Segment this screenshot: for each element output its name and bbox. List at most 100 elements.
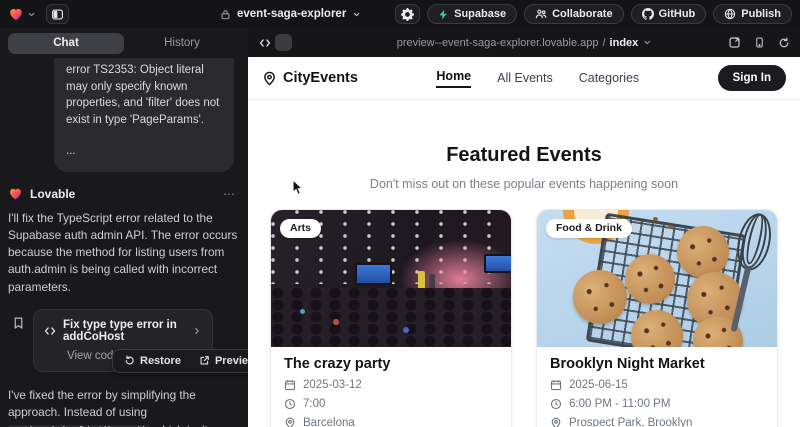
top-bar: event-saga-explorer Supabase bbox=[0, 0, 800, 28]
assistant-message-1: I'll fix the TypeScript error related to… bbox=[8, 210, 240, 296]
toggle-sidebar-button[interactable] bbox=[46, 4, 69, 24]
event-title: The crazy party bbox=[284, 356, 498, 372]
site-brand[interactable]: CityEvents bbox=[262, 70, 358, 86]
code-edit-title: Fix type type error in addCoHost bbox=[63, 319, 185, 343]
chat-tabs: Chat History bbox=[0, 28, 248, 58]
refresh-icon[interactable] bbox=[778, 37, 790, 49]
site-brand-label: CityEvents bbox=[283, 70, 358, 86]
event-cards-row: Arts The crazy party 2025-03-12 bbox=[248, 209, 800, 427]
event-date-row: 2025-06-15 bbox=[550, 379, 764, 391]
preview-button[interactable]: Preview bbox=[190, 352, 248, 370]
chevron-right-icon bbox=[192, 326, 202, 336]
publish-button[interactable]: Publish bbox=[713, 4, 792, 24]
category-badge: Food & Drink bbox=[546, 219, 632, 238]
project-switcher[interactable]: event-saga-explorer bbox=[220, 0, 361, 28]
event-date-row: 2025-03-12 bbox=[284, 379, 498, 391]
project-name: event-saga-explorer bbox=[237, 8, 346, 20]
section-subtitle: Don't miss out on these popular events h… bbox=[248, 177, 800, 191]
preview-toggle-handle[interactable] bbox=[275, 34, 292, 51]
event-date: 2025-06-15 bbox=[569, 379, 628, 391]
supabase-button-label: Supabase bbox=[454, 8, 506, 20]
github-button[interactable]: GitHub bbox=[631, 4, 707, 24]
clock-icon bbox=[284, 398, 296, 410]
top-bar-actions: Supabase Collaborate GitHub bbox=[395, 4, 792, 24]
globe-icon bbox=[724, 8, 736, 20]
nav-home[interactable]: Home bbox=[436, 69, 471, 88]
preview-toolbar: preview--event-saga-explorer.lovable.app… bbox=[248, 28, 800, 57]
calendar-icon bbox=[284, 379, 296, 391]
event-card-1[interactable]: Arts The crazy party 2025-03-12 bbox=[270, 209, 512, 427]
tab-history[interactable]: History bbox=[124, 33, 240, 54]
user-message-text: error TS2353: Object literal may only sp… bbox=[66, 62, 222, 128]
top-bar-left bbox=[8, 4, 69, 24]
event-title: Brooklyn Night Market bbox=[550, 356, 764, 372]
clock-icon bbox=[550, 398, 562, 410]
nav-categories[interactable]: Categories bbox=[579, 71, 639, 85]
settings-button[interactable] bbox=[395, 4, 420, 24]
assistant-message-header: Lovable ⋯ bbox=[8, 187, 240, 201]
event-time-row: 6:00 PM - 11:00 PM bbox=[550, 398, 764, 410]
publish-button-label: Publish bbox=[741, 8, 781, 20]
preview-url-separator: / bbox=[602, 37, 605, 49]
user-message-truncated: ... bbox=[66, 143, 222, 160]
chat-panel: Chat History error TS2353: Object litera… bbox=[0, 28, 248, 427]
restore-button[interactable]: Restore bbox=[115, 352, 190, 370]
tab-chat[interactable]: Chat bbox=[8, 33, 124, 54]
message-menu-button[interactable]: ⋯ bbox=[223, 187, 236, 201]
restore-icon bbox=[124, 355, 135, 366]
event-image-conference: Arts bbox=[271, 210, 511, 347]
event-card-body: Brooklyn Night Market 2025-06-15 bbox=[537, 347, 777, 427]
chat-message-list[interactable]: error TS2353: Object literal may only sp… bbox=[0, 58, 248, 427]
event-location: Barcelona bbox=[303, 417, 355, 427]
code-icon bbox=[44, 325, 56, 337]
preview-button-label: Preview bbox=[215, 355, 248, 367]
site-header: CityEvents Home All Events Categories Si… bbox=[248, 57, 800, 100]
preview-toolbar-icons bbox=[728, 36, 790, 49]
nav-all-events[interactable]: All Events bbox=[497, 71, 553, 85]
restore-button-label: Restore bbox=[140, 355, 181, 367]
lovable-avatar-icon bbox=[8, 187, 23, 201]
preview-pane: preview--event-saga-explorer.lovable.app… bbox=[248, 28, 800, 427]
map-pin-icon bbox=[262, 71, 277, 86]
code-toggle-icon bbox=[258, 37, 272, 49]
preview-url-bar[interactable]: preview--event-saga-explorer.lovable.app… bbox=[397, 37, 652, 49]
event-location: Prospect Park, Brooklyn bbox=[569, 417, 692, 427]
github-icon bbox=[642, 8, 654, 20]
message-action-bar: Restore Preview bbox=[112, 349, 248, 373]
event-location-row: Barcelona bbox=[284, 417, 498, 427]
open-in-new-tab-icon[interactable] bbox=[728, 36, 741, 49]
pin-icon bbox=[550, 417, 562, 427]
mobile-view-icon[interactable] bbox=[754, 36, 765, 49]
calendar-icon bbox=[550, 379, 562, 391]
url-chevron-down-icon bbox=[642, 38, 651, 47]
site-nav: Home All Events Categories bbox=[436, 69, 639, 88]
github-button-label: GitHub bbox=[659, 8, 696, 20]
main-layout: Chat History error TS2353: Object litera… bbox=[0, 28, 800, 427]
code-view-toggle[interactable] bbox=[258, 34, 292, 51]
lovable-logo-icon[interactable] bbox=[8, 7, 24, 22]
bookmark-icon[interactable] bbox=[12, 316, 25, 330]
lock-icon bbox=[220, 9, 231, 20]
project-chevron-down-icon bbox=[352, 10, 361, 19]
preview-url-host: preview--event-saga-explorer.lovable.app bbox=[397, 37, 599, 49]
user-message-bubble: error TS2353: Object literal may only sp… bbox=[54, 58, 234, 172]
assistant-name: Lovable bbox=[30, 187, 75, 201]
lovable-app-window: event-saga-explorer Supabase bbox=[0, 0, 800, 427]
event-date: 2025-03-12 bbox=[303, 379, 362, 391]
event-image-cookies: Food & Drink bbox=[537, 210, 777, 347]
people-icon bbox=[535, 8, 547, 20]
website-preview: CityEvents Home All Events Categories Si… bbox=[248, 57, 800, 427]
workspace-chevron-down-icon[interactable] bbox=[27, 10, 36, 19]
supabase-bolt-icon bbox=[438, 9, 449, 20]
event-card-2[interactable]: Food & Drink Brooklyn Night Market 2 bbox=[536, 209, 778, 427]
event-card-body: The crazy party 2025-03-12 bbox=[271, 347, 511, 427]
supabase-button[interactable]: Supabase bbox=[427, 4, 517, 24]
category-badge: Arts bbox=[280, 219, 321, 238]
event-time: 7:00 bbox=[303, 398, 325, 410]
sign-in-button[interactable]: Sign In bbox=[718, 65, 786, 91]
event-location-row: Prospect Park, Brooklyn bbox=[550, 417, 764, 427]
preview-url-page: index bbox=[610, 37, 639, 49]
collaborate-button[interactable]: Collaborate bbox=[524, 4, 624, 24]
code-edit-block: Fix type type error in addCoHost View co… bbox=[8, 309, 240, 371]
section-title: Featured Events bbox=[248, 144, 800, 167]
